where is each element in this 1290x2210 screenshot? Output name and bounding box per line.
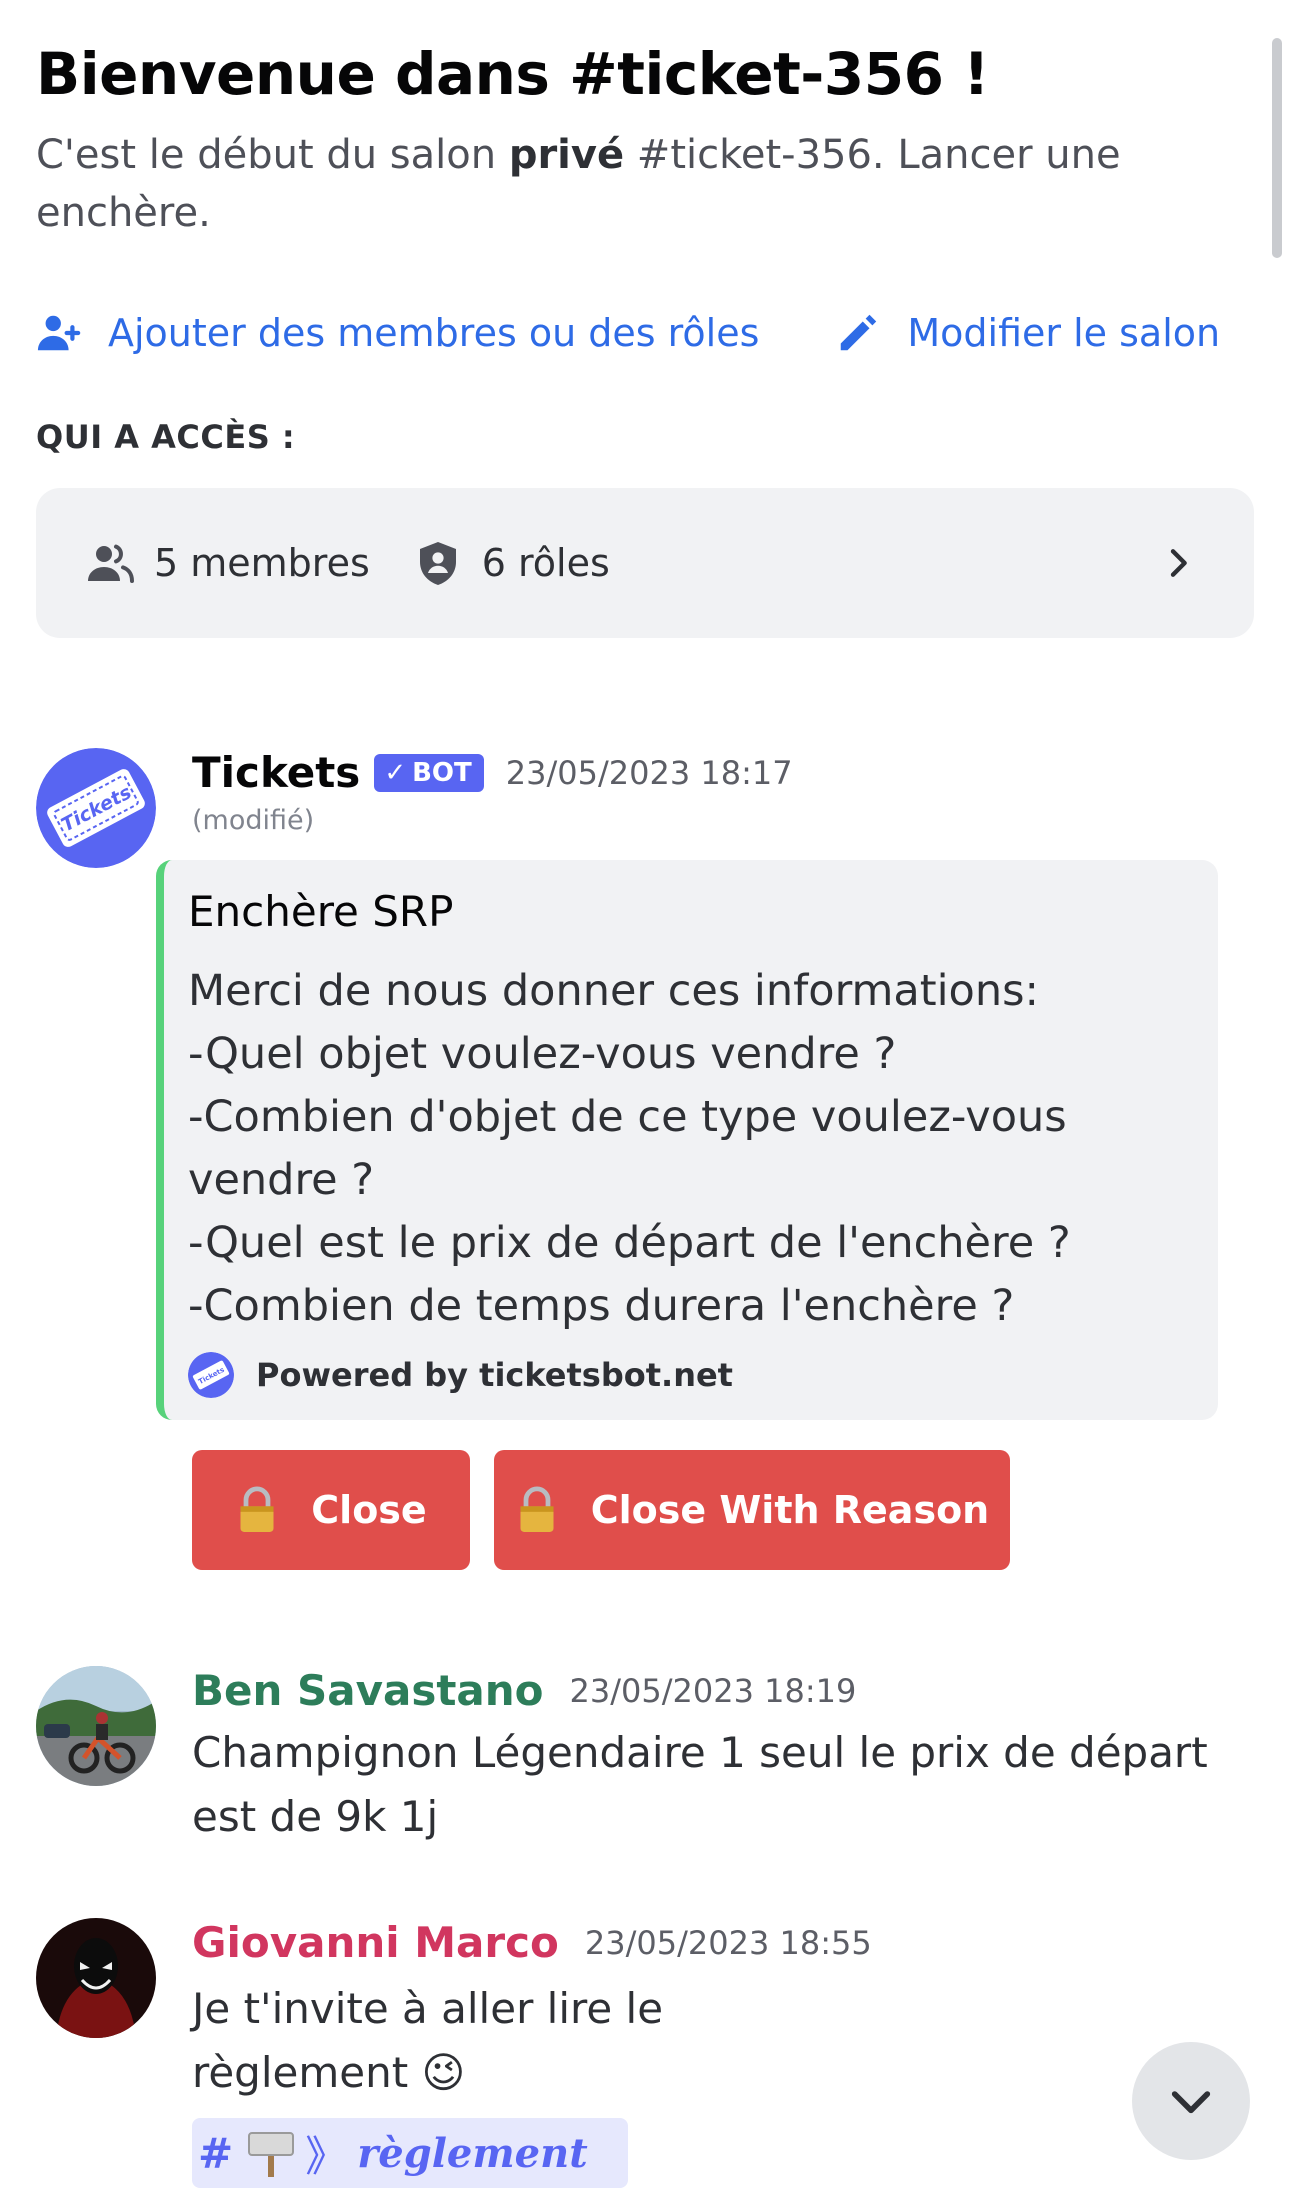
access-label: QUI A ACCÈS :: [36, 418, 296, 456]
channel-hash: #: [198, 2128, 234, 2178]
avatar[interactable]: Tickets: [36, 748, 156, 868]
lock-icon: [520, 1486, 554, 1532]
chevron-down-icon: [1171, 2091, 1211, 2114]
embed-description: Merci de nous donner ces informations: -…: [188, 966, 1071, 1331]
message-header: Ben Savastano 23/05/2023 18:19: [192, 1666, 1252, 1715]
avatar[interactable]: [36, 1666, 156, 1786]
members-count: 5 membres: [154, 541, 370, 585]
message-content: Giovanni Marco 23/05/2023 18:55 Je t'inv…: [192, 1918, 872, 2105]
edit-channel-button[interactable]: Modifier le salon: [835, 310, 1220, 356]
embed-footer: Tickets Powered by ticketsbot.net: [188, 1352, 733, 1398]
bot-badge-label: BOT: [412, 757, 472, 788]
tickets-footer-icon: Tickets: [188, 1352, 234, 1398]
add-members-icon: [37, 315, 81, 351]
chevron-right-icon: [1170, 549, 1187, 577]
subtitle-prefix: C'est le début du salon: [36, 132, 509, 178]
message-buttons: Close Close With Reason: [192, 1450, 1010, 1570]
author-name[interactable]: Giovanni Marco: [192, 1918, 559, 1967]
message-text: Champignon Légendaire 1 seul le prix de …: [192, 1728, 1208, 1841]
channel-mention-reglement[interactable]: # 》 règlement: [192, 2118, 628, 2188]
signpost-icon: [248, 2132, 295, 2177]
avatar-photo: [36, 1666, 156, 1786]
access-roles: 6 rôles: [414, 539, 610, 587]
scroll-to-bottom-button[interactable]: [1132, 2042, 1250, 2160]
shield-icon: [419, 542, 456, 585]
channel-actions: Ajouter des membres ou des rôles Modifie…: [36, 310, 1220, 356]
avatar[interactable]: [36, 1918, 156, 2038]
timestamp: 23/05/2023 18:19: [569, 1671, 857, 1710]
members-icon: [88, 544, 134, 583]
close-with-reason-button[interactable]: Close With Reason: [494, 1450, 1010, 1570]
tickets-logo: Tickets: [36, 748, 156, 868]
lock-icon: [240, 1486, 274, 1532]
channel-welcome-header: Bienvenue dans #ticket-356 ! C'est le dé…: [36, 30, 1236, 242]
add-members-button[interactable]: Ajouter des membres ou des rôles: [36, 310, 759, 356]
pencil-icon: [841, 314, 877, 351]
timestamp: 23/05/2023 18:55: [584, 1923, 872, 1962]
message-content: Tickets ✓ BOT 23/05/2023 18:17 (modifié): [192, 748, 793, 836]
bot-badge: ✓ BOT: [374, 753, 484, 792]
message-content: Ben Savastano 23/05/2023 18:19 Champigno…: [192, 1666, 1252, 1849]
timestamp: 23/05/2023 18:17: [505, 753, 793, 792]
access-members: 5 membres: [86, 539, 370, 587]
avatar-photo: [36, 1918, 156, 2038]
author-name[interactable]: Tickets: [192, 748, 360, 797]
message-header: Tickets ✓ BOT 23/05/2023 18:17: [192, 748, 793, 797]
embed-title: Enchère SRP: [188, 887, 454, 936]
scrollbar[interactable]: [1272, 38, 1282, 258]
roles-count: 6 rôles: [481, 541, 610, 585]
add-members-label: Ajouter des membres ou des rôles: [108, 311, 760, 355]
message-header: Giovanni Marco 23/05/2023 18:55: [192, 1918, 872, 1967]
author-name[interactable]: Ben Savastano: [192, 1666, 544, 1715]
close-button-label: Close: [311, 1488, 427, 1532]
subtitle-bold: privé: [508, 132, 625, 178]
edit-channel-label: Modifier le salon: [907, 311, 1221, 355]
channel-welcome-title: Bienvenue dans #ticket-356 !: [36, 40, 990, 108]
channel-arrows: 》: [305, 2131, 348, 2181]
close-with-reason-label: Close With Reason: [590, 1488, 990, 1532]
close-ticket-button[interactable]: Close: [192, 1450, 470, 1570]
channel-name: règlement: [357, 2129, 588, 2177]
embed-footer-text: Powered by ticketsbot.net: [256, 1356, 733, 1394]
check-icon: ✓: [384, 757, 407, 788]
embed: Enchère SRP Merci de nous donner ces inf…: [156, 860, 1218, 1420]
channel-welcome-subtitle: C'est le début du salon privé #ticket-35…: [36, 126, 1216, 242]
message-text: Je t'invite à aller lire le règlement 😉: [192, 1984, 664, 2097]
access-card[interactable]: 5 membres 6 rôles: [36, 488, 1254, 638]
edited-label: (modifié): [192, 805, 315, 836]
